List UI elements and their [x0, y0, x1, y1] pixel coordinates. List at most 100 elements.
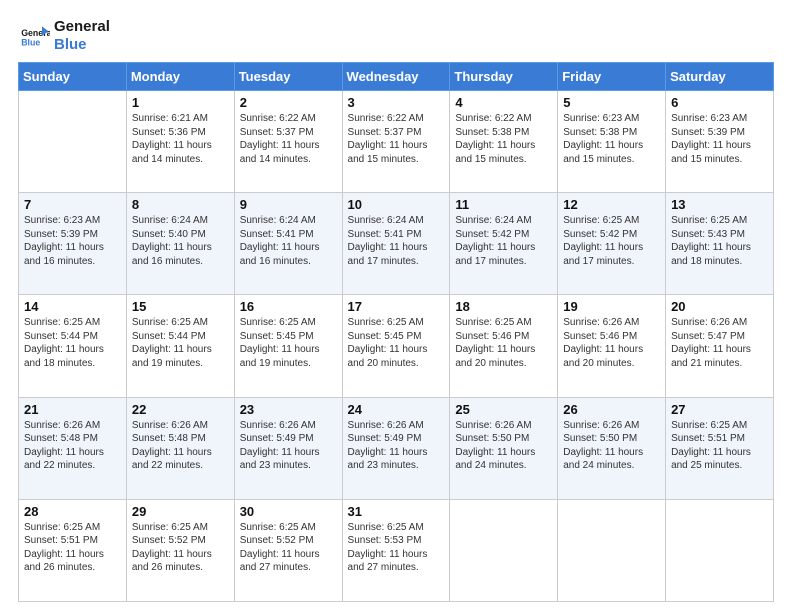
calendar-cell: 13 Sunrise: 6:25 AM Sunset: 5:43 PM Dayli…: [666, 193, 774, 295]
calendar-cell: 18 Sunrise: 6:25 AM Sunset: 5:46 PM Dayli…: [450, 295, 558, 397]
svg-text:Blue: Blue: [21, 38, 40, 48]
cell-info: Sunrise: 6:25 AM Sunset: 5:44 PM Dayligh…: [24, 316, 121, 370]
cell-info: Sunrise: 6:25 AM Sunset: 5:44 PM Dayligh…: [132, 316, 229, 370]
cell-info: Sunrise: 6:24 AM Sunset: 5:40 PM Dayligh…: [132, 214, 229, 268]
weekday-header-thursday: Thursday: [450, 63, 558, 91]
cell-info: Sunrise: 6:23 AM Sunset: 5:39 PM Dayligh…: [24, 214, 121, 268]
cell-info: Sunrise: 6:26 AM Sunset: 5:48 PM Dayligh…: [132, 419, 229, 473]
calendar: SundayMondayTuesdayWednesdayThursdayFrid…: [18, 62, 774, 602]
calendar-cell: 2Sunrise: 6:22 AM Sunset: 5:37 PM Daylig…: [234, 91, 342, 193]
calendar-cell: 12 Sunrise: 6:25 AM Sunset: 5:42 PM Dayli…: [558, 193, 666, 295]
cell-info: Sunrise: 6:21 AM Sunset: 5:36 PM Dayligh…: [132, 112, 229, 166]
cell-info: Sunrise: 6:22 AM Sunset: 5:37 PM Dayligh…: [240, 112, 337, 166]
cell-info: Sunrise: 6:26 AM Sunset: 5:50 PM Dayligh…: [455, 419, 552, 473]
weekday-header-sunday: Sunday: [19, 63, 127, 91]
calendar-cell: 17 Sunrise: 6:25 AM Sunset: 5:45 PM Dayli…: [342, 295, 450, 397]
calendar-row: 1 Sunrise: 6:21 AM Sunset: 5:36 PM Daylig…: [19, 91, 774, 193]
calendar-row: 21 Sunrise: 6:26 AM Sunset: 5:48 PM Dayli…: [19, 397, 774, 499]
cell-day-number: 16: [240, 299, 337, 314]
cell-day-number: 1: [132, 95, 229, 110]
calendar-cell: 19 Sunrise: 6:26 AM Sunset: 5:46 PM Dayli…: [558, 295, 666, 397]
calendar-cell: [666, 499, 774, 601]
calendar-cell: 28 Sunrise: 6:25 AM Sunset: 5:51 PM Dayli…: [19, 499, 127, 601]
cell-info: Sunrise: 6:24 AM Sunset: 5:41 PM Dayligh…: [240, 214, 337, 268]
cell-day-number: 28: [24, 504, 121, 519]
cell-day-number: 30: [240, 504, 337, 519]
cell-info: Sunrise: 6:24 AM Sunset: 5:42 PM Dayligh…: [455, 214, 552, 268]
calendar-cell: 7 Sunrise: 6:23 AM Sunset: 5:39 PM Daylig…: [19, 193, 127, 295]
calendar-cell: 16 Sunrise: 6:25 AM Sunset: 5:45 PM Dayli…: [234, 295, 342, 397]
cell-day-number: 10: [348, 197, 445, 212]
cell-day-number: 3: [348, 95, 445, 110]
cell-day-number: 26: [563, 402, 660, 417]
cell-day-number: 27: [671, 402, 768, 417]
calendar-cell: [450, 499, 558, 601]
calendar-cell: 14 Sunrise: 6:25 AM Sunset: 5:44 PM Dayli…: [19, 295, 127, 397]
cell-info: Sunrise: 6:25 AM Sunset: 5:46 PM Dayligh…: [455, 316, 552, 370]
calendar-row: 14 Sunrise: 6:25 AM Sunset: 5:44 PM Dayli…: [19, 295, 774, 397]
cell-info: Sunrise: 6:23 AM Sunset: 5:39 PM Dayligh…: [671, 112, 768, 166]
cell-info: Sunrise: 6:25 AM Sunset: 5:51 PM Dayligh…: [24, 521, 121, 575]
cell-info: Sunrise: 6:26 AM Sunset: 5:49 PM Dayligh…: [348, 419, 445, 473]
calendar-cell: 21 Sunrise: 6:26 AM Sunset: 5:48 PM Dayli…: [19, 397, 127, 499]
cell-info: Sunrise: 6:23 AM Sunset: 5:38 PM Dayligh…: [563, 112, 660, 166]
cell-info: Sunrise: 6:26 AM Sunset: 5:47 PM Dayligh…: [671, 316, 768, 370]
weekday-header-monday: Monday: [126, 63, 234, 91]
weekday-header-saturday: Saturday: [666, 63, 774, 91]
calendar-cell: 22 Sunrise: 6:26 AM Sunset: 5:48 PM Dayli…: [126, 397, 234, 499]
calendar-cell: 30 Sunrise: 6:25 AM Sunset: 5:52 PM Dayli…: [234, 499, 342, 601]
calendar-cell: 9Sunrise: 6:24 AM Sunset: 5:41 PM Daylig…: [234, 193, 342, 295]
calendar-cell: 1 Sunrise: 6:21 AM Sunset: 5:36 PM Daylig…: [126, 91, 234, 193]
cell-day-number: 18: [455, 299, 552, 314]
calendar-row: 28 Sunrise: 6:25 AM Sunset: 5:51 PM Dayli…: [19, 499, 774, 601]
calendar-cell: 11 Sunrise: 6:24 AM Sunset: 5:42 PM Dayli…: [450, 193, 558, 295]
calendar-header-row: SundayMondayTuesdayWednesdayThursdayFrid…: [19, 63, 774, 91]
cell-day-number: 29: [132, 504, 229, 519]
calendar-cell: 8 Sunrise: 6:24 AM Sunset: 5:40 PM Daylig…: [126, 193, 234, 295]
cell-info: Sunrise: 6:25 AM Sunset: 5:51 PM Dayligh…: [671, 419, 768, 473]
cell-info: Sunrise: 6:25 AM Sunset: 5:45 PM Dayligh…: [348, 316, 445, 370]
logo: General Blue General Blue: [18, 18, 110, 54]
cell-day-number: 11: [455, 197, 552, 212]
calendar-cell: 23 Sunrise: 6:26 AM Sunset: 5:49 PM Dayli…: [234, 397, 342, 499]
calendar-row: 7 Sunrise: 6:23 AM Sunset: 5:39 PM Daylig…: [19, 193, 774, 295]
cell-info: Sunrise: 6:26 AM Sunset: 5:50 PM Dayligh…: [563, 419, 660, 473]
cell-info: Sunrise: 6:26 AM Sunset: 5:49 PM Dayligh…: [240, 419, 337, 473]
cell-day-number: 4: [455, 95, 552, 110]
cell-day-number: 17: [348, 299, 445, 314]
calendar-cell: 29Sunrise: 6:25 AM Sunset: 5:52 PM Dayli…: [126, 499, 234, 601]
cell-info: Sunrise: 6:26 AM Sunset: 5:46 PM Dayligh…: [563, 316, 660, 370]
cell-info: Sunrise: 6:24 AM Sunset: 5:41 PM Dayligh…: [348, 214, 445, 268]
calendar-cell: 20Sunrise: 6:26 AM Sunset: 5:47 PM Dayli…: [666, 295, 774, 397]
logo-text: General Blue: [54, 18, 110, 54]
cell-info: Sunrise: 6:25 AM Sunset: 5:53 PM Dayligh…: [348, 521, 445, 575]
cell-day-number: 14: [24, 299, 121, 314]
cell-day-number: 25: [455, 402, 552, 417]
cell-day-number: 31: [348, 504, 445, 519]
cell-day-number: 7: [24, 197, 121, 212]
calendar-cell: 5Sunrise: 6:23 AM Sunset: 5:38 PM Daylig…: [558, 91, 666, 193]
cell-day-number: 21: [24, 402, 121, 417]
cell-day-number: 23: [240, 402, 337, 417]
cell-info: Sunrise: 6:22 AM Sunset: 5:38 PM Dayligh…: [455, 112, 552, 166]
header: General Blue General Blue: [18, 18, 774, 54]
cell-day-number: 22: [132, 402, 229, 417]
cell-info: Sunrise: 6:25 AM Sunset: 5:52 PM Dayligh…: [240, 521, 337, 575]
cell-info: Sunrise: 6:26 AM Sunset: 5:48 PM Dayligh…: [24, 419, 121, 473]
cell-day-number: 19: [563, 299, 660, 314]
calendar-cell: 31 Sunrise: 6:25 AM Sunset: 5:53 PM Dayli…: [342, 499, 450, 601]
cell-day-number: 8: [132, 197, 229, 212]
calendar-cell: 10 Sunrise: 6:24 AM Sunset: 5:41 PM Dayli…: [342, 193, 450, 295]
cell-info: Sunrise: 6:25 AM Sunset: 5:42 PM Dayligh…: [563, 214, 660, 268]
calendar-cell: 4 Sunrise: 6:22 AM Sunset: 5:38 PM Daylig…: [450, 91, 558, 193]
calendar-cell: [558, 499, 666, 601]
calendar-cell: 3Sunrise: 6:22 AM Sunset: 5:37 PM Daylig…: [342, 91, 450, 193]
cell-info: Sunrise: 6:25 AM Sunset: 5:43 PM Dayligh…: [671, 214, 768, 268]
cell-day-number: 12: [563, 197, 660, 212]
cell-info: Sunrise: 6:25 AM Sunset: 5:45 PM Dayligh…: [240, 316, 337, 370]
cell-day-number: 6: [671, 95, 768, 110]
calendar-cell: 6 Sunrise: 6:23 AM Sunset: 5:39 PM Daylig…: [666, 91, 774, 193]
weekday-header-friday: Friday: [558, 63, 666, 91]
cell-day-number: 13: [671, 197, 768, 212]
weekday-header-tuesday: Tuesday: [234, 63, 342, 91]
